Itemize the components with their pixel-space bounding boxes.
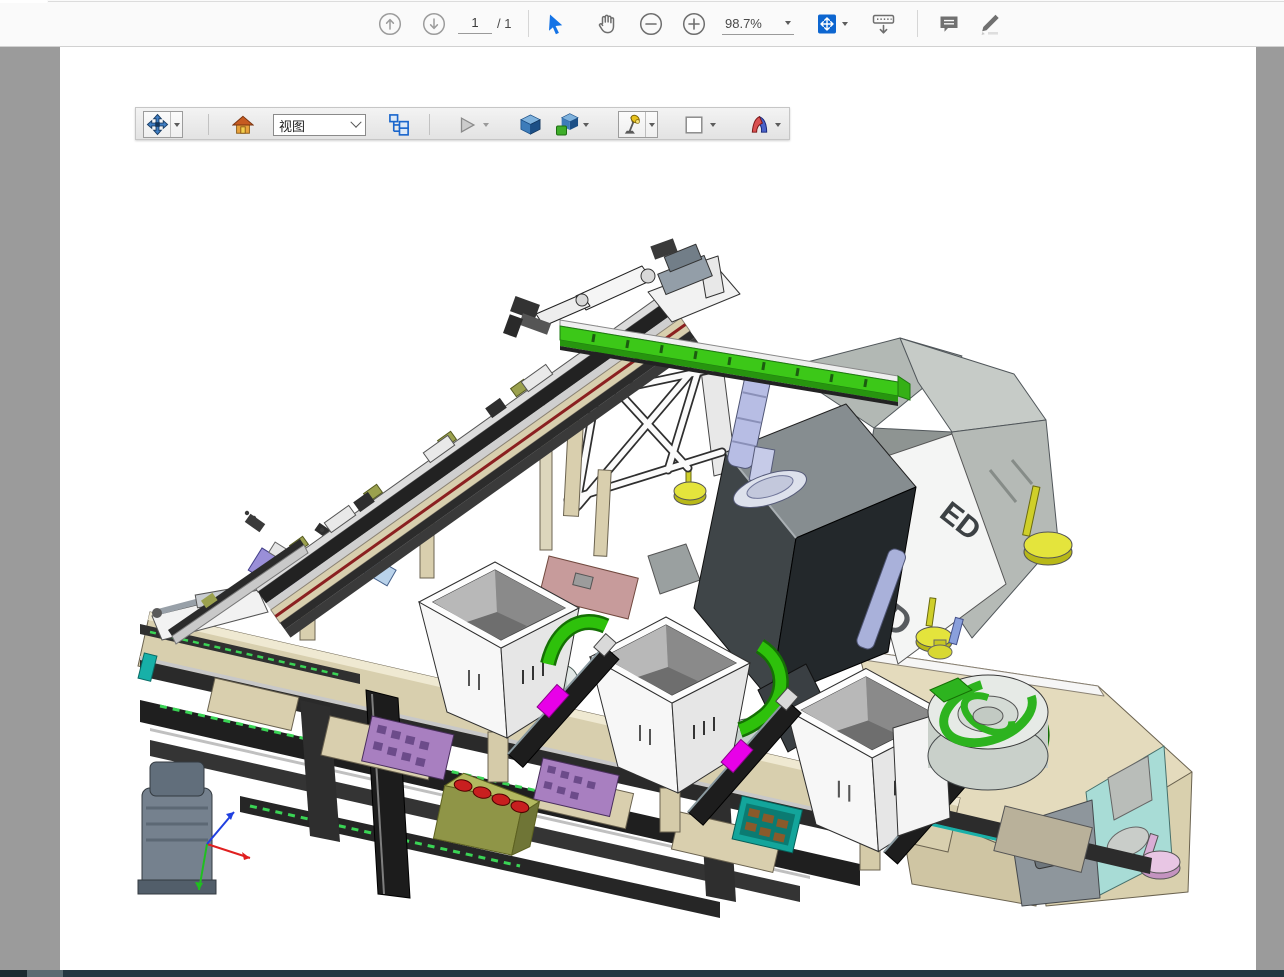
cross-section-menu[interactable]: [772, 112, 784, 137]
3d-toolbar-separator: [429, 114, 430, 135]
play-icon: [456, 114, 478, 136]
caret-down-icon: [649, 123, 655, 127]
circle-plus-icon: [682, 12, 706, 36]
speech-bubble-icon: [937, 12, 961, 36]
circle-arrow-up-icon: [378, 12, 402, 36]
four-way-arrows-icon: [146, 113, 169, 136]
taskbar-segment: [27, 970, 63, 977]
taskbar-edge: [0, 970, 1284, 977]
play-animation-group: [454, 111, 492, 138]
page-total-label: / 1: [497, 16, 511, 31]
pdf-page: [60, 47, 1256, 970]
highlighter-button[interactable]: [975, 11, 1001, 37]
background-color-button[interactable]: [681, 112, 707, 138]
caret-down-icon: [785, 21, 791, 25]
circle-minus-icon: [639, 12, 663, 36]
default-view-button[interactable]: [517, 111, 543, 138]
3d-toolbar: 视图: [135, 107, 790, 140]
scrolling-mode-button[interactable]: [868, 11, 898, 37]
zoom-level-field[interactable]: 98.7%: [722, 12, 794, 35]
model-tree-icon: [388, 113, 411, 136]
zoom-out-button[interactable]: [638, 11, 664, 37]
select-tool-button[interactable]: [543, 11, 569, 37]
desk-lamp-icon: [621, 113, 644, 136]
page-down-button[interactable]: [421, 11, 447, 37]
lighting-menu[interactable]: [645, 112, 657, 137]
taskbar-segment: [0, 970, 27, 977]
scroll-mode-icon: [870, 12, 897, 36]
page-number-input[interactable]: [458, 12, 492, 34]
toolbar-separator: [528, 10, 529, 37]
rotate-tool-group: [143, 111, 183, 138]
3d-toolbar-separator: [208, 114, 209, 135]
caret-down-icon: [775, 123, 781, 127]
cube-icon: [519, 113, 542, 136]
background-color-group: [681, 111, 719, 138]
hand-icon: [595, 12, 619, 36]
caret-down-icon: [842, 22, 848, 26]
page-up-button[interactable]: [377, 11, 403, 37]
caret-down-icon: [174, 123, 180, 127]
chevron-down-icon: [350, 117, 361, 128]
cross-section-group: [746, 111, 784, 138]
lighting-group: [618, 111, 658, 138]
cross-section-icon: [748, 113, 771, 136]
render-mode-button[interactable]: [554, 112, 580, 138]
play-animation-menu[interactable]: [480, 112, 492, 137]
cursor-arrow-icon: [545, 13, 567, 35]
fit-to-page-button[interactable]: [814, 11, 848, 37]
lighting-button[interactable]: [619, 112, 645, 138]
zoom-level-value: 98.7%: [725, 16, 762, 31]
background-swatch-icon: [683, 114, 705, 136]
cross-section-button[interactable]: [746, 112, 772, 138]
home-view-button[interactable]: [230, 111, 256, 138]
background-color-menu[interactable]: [707, 112, 719, 137]
view-dropdown[interactable]: 视图: [273, 114, 366, 136]
view-dropdown-value: 视图: [279, 116, 305, 135]
comment-button[interactable]: [936, 11, 962, 37]
pdf-toolbar: / 1 98.7%: [0, 0, 1284, 47]
rotate-pan-button[interactable]: [144, 112, 170, 138]
render-mode-menu[interactable]: [580, 112, 592, 137]
hand-tool-button[interactable]: [594, 11, 620, 37]
home-icon: [232, 114, 254, 136]
play-animation-button[interactable]: [454, 112, 480, 138]
cube-green-face-icon: [555, 113, 579, 137]
model-tree-button[interactable]: [386, 111, 412, 138]
caret-down-icon: [583, 123, 589, 127]
render-mode-group: [554, 111, 592, 138]
caret-down-icon: [710, 123, 716, 127]
rotate-tool-menu[interactable]: [170, 112, 182, 137]
pencil-icon: [975, 12, 1001, 36]
zoom-in-button[interactable]: [681, 11, 707, 37]
fit-page-icon: [815, 12, 839, 36]
corner-notch: [0, 0, 47, 3]
pdf-viewer-window: / 1 98.7%: [0, 0, 1284, 977]
caret-down-icon: [483, 123, 489, 127]
toolbar-separator: [917, 10, 918, 37]
circle-arrow-down-icon: [422, 12, 446, 36]
